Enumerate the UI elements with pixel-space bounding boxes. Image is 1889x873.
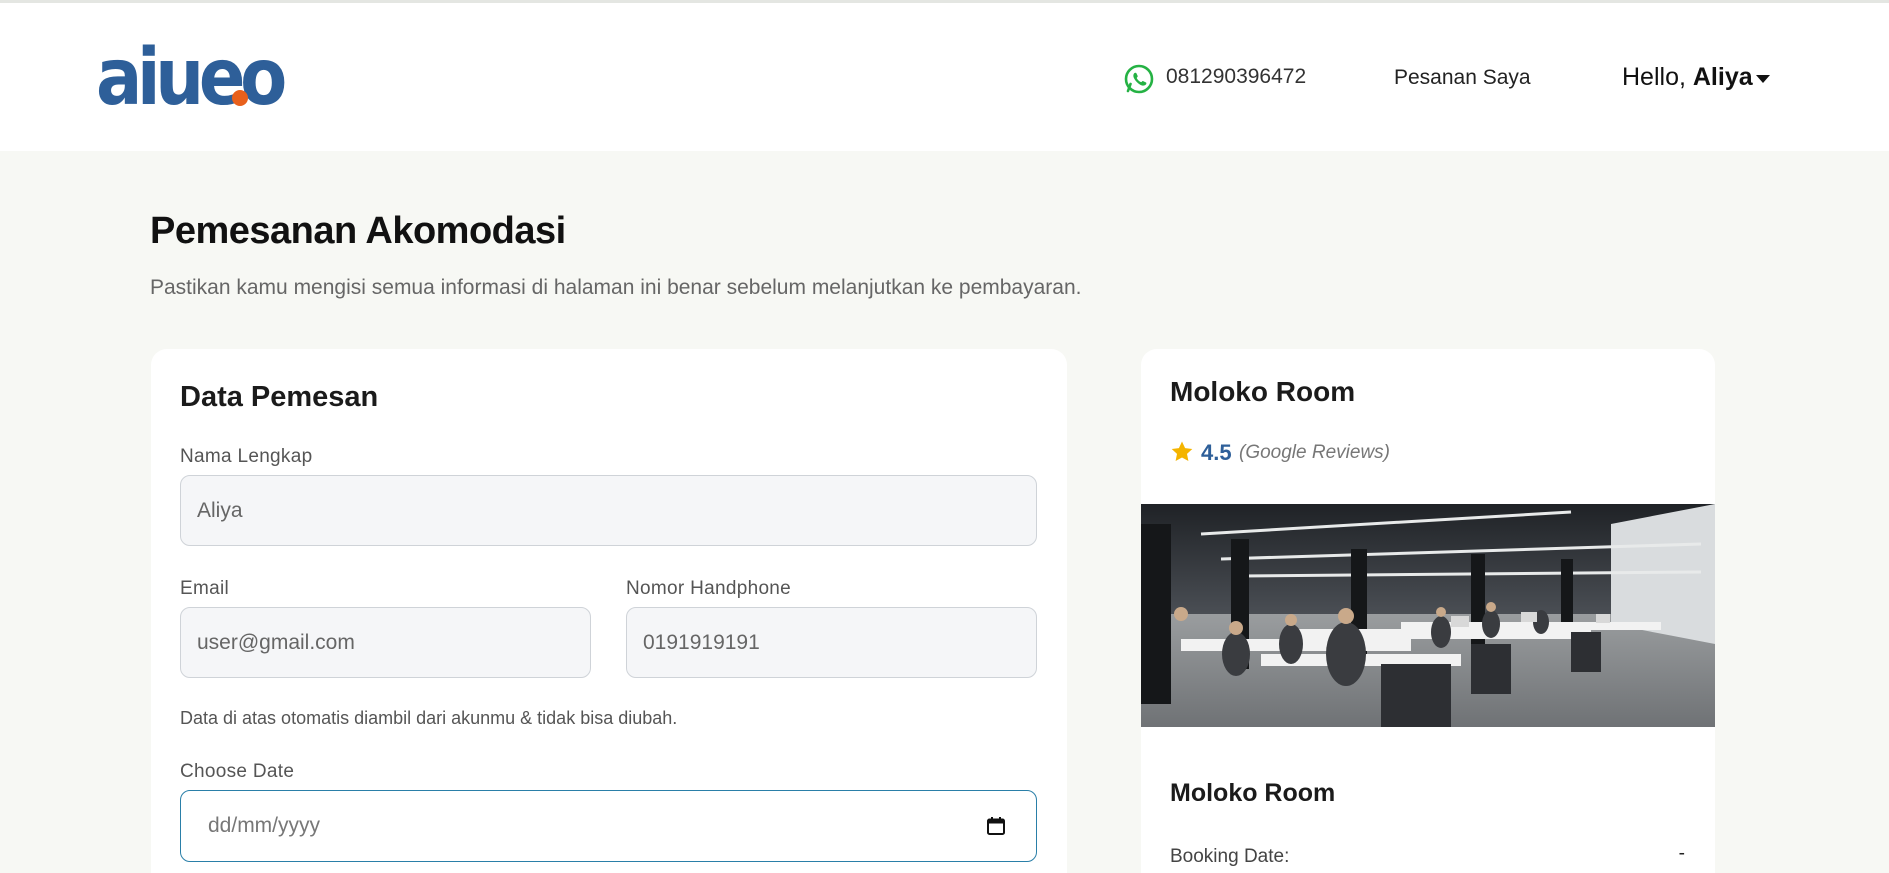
- site-header: aiueo 081290396472 Pesanan Saya Hello, A…: [0, 3, 1889, 151]
- card-title: Data Pemesan: [180, 381, 379, 413]
- star-icon: [1171, 441, 1193, 461]
- contact-phone[interactable]: 081290396472: [1166, 65, 1306, 89]
- date-label: Choose Date: [180, 761, 295, 782]
- logo[interactable]: aiueo: [96, 33, 287, 123]
- chevron-down-icon[interactable]: [1756, 75, 1770, 83]
- date-placeholder: dd/mm/yyyy: [208, 814, 321, 837]
- page-title: Pemesanan Akomodasi: [150, 210, 566, 252]
- greeting-text: Hello,: [1622, 63, 1686, 91]
- page-subtitle: Pastikan kamu mengisi semua informasi di…: [150, 276, 1082, 299]
- whatsapp-icon[interactable]: [1123, 63, 1155, 95]
- name-label: Nama Lengkap: [180, 446, 313, 467]
- logo-dot: [232, 90, 248, 106]
- reviews-source: (Google Reviews): [1239, 442, 1390, 463]
- email-field[interactable]: user@gmail.com: [180, 607, 591, 678]
- phone-field[interactable]: 0191919191: [626, 607, 1037, 678]
- date-input[interactable]: dd/mm/yyyy: [180, 790, 1037, 862]
- room-name-summary: Moloko Room: [1170, 779, 1336, 807]
- user-name: Aliya: [1692, 63, 1753, 91]
- room-photo: [1141, 504, 1715, 727]
- booking-date-value: -: [1678, 843, 1685, 864]
- room-title: Moloko Room: [1170, 376, 1356, 407]
- full-name-field[interactable]: Aliya: [180, 475, 1037, 546]
- rating-value: 4.5: [1201, 440, 1232, 465]
- booker-data-card: Data Pemesan Nama Lengkap Aliya Email us…: [151, 349, 1067, 873]
- calendar-icon[interactable]: [986, 816, 1006, 836]
- readonly-note: Data di atas otomatis diambil dari akunm…: [180, 708, 678, 728]
- booking-date-label: Booking Date:: [1170, 846, 1290, 867]
- phone-label: Nomor Handphone: [626, 578, 792, 599]
- booking-summary-card: Moloko Room 4.5 (Google Reviews) Moloko …: [1141, 349, 1715, 873]
- email-label: Email: [180, 578, 230, 599]
- user-menu[interactable]: Hello, Aliya: [1622, 63, 1753, 92]
- my-orders-link[interactable]: Pesanan Saya: [1394, 66, 1531, 90]
